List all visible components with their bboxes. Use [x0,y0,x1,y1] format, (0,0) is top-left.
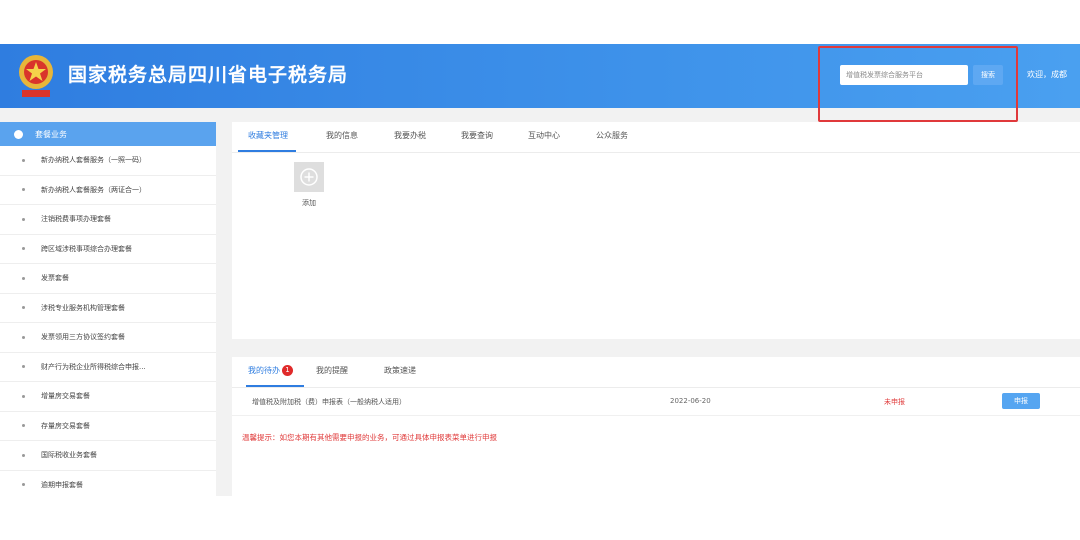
bullet-icon [22,276,25,280]
tab-interaction[interactable]: 互动中心 [528,130,560,141]
favorites-panel: 收藏夹管理 我的信息 我要办税 我要查询 互动中心 公众服务 添加 [232,122,1080,339]
tab-policy-express[interactable]: 政策速递 [384,365,416,376]
welcome-text: 欢迎，成都 [1027,70,1067,79]
todo-tabs: 我的待办 1 我的提醒 政策速递 [232,357,1080,388]
sidebar-item-label: 国际税收业务套餐 [41,451,97,460]
site-title: 国家税务总局四川省电子税务局 [68,64,349,86]
declare-button[interactable]: 申报 [1002,393,1040,409]
tab-favorites[interactable]: 收藏夹管理 [248,130,288,141]
add-label: 添加 [302,199,316,207]
tab-my-reminders[interactable]: 我的提醒 [316,365,348,376]
warm-tip: 温馨提示：如您本期有其他需要申报的业务，可通过具体申报表菜单进行申报 [242,433,497,442]
bullet-icon [22,217,25,221]
sidebar-item-label: 逾期申报套餐 [41,480,83,489]
todo-item-date: 2022-06-20 [670,397,711,405]
tab-my-info[interactable]: 我的信息 [326,130,358,141]
sidebar-item[interactable]: 发票套餐 [0,264,216,294]
main-tabs: 收藏夹管理 我的信息 我要办税 我要查询 互动中心 公众服务 [232,122,1080,153]
sidebar: 套餐业务 新办纳税人套餐服务（一照一码） 新办纳税人套餐服务（两证合一） 注销税… [0,122,216,496]
tab-my-todo-label: 我的待办 [248,366,280,375]
bullet-icon [22,394,25,398]
sidebar-item[interactable]: 存量房交易套餐 [0,412,216,441]
sidebar-item[interactable]: 跨区域涉税事项综合办理套餐 [0,235,216,264]
bullet-icon [22,424,25,428]
sidebar-item-label: 增量房交易套餐 [41,392,90,401]
sidebar-item[interactable]: 涉税专业服务机构管理套餐 [0,294,216,323]
add-icon [300,168,318,186]
sidebar-item-label: 注销税费事项办理套餐 [41,215,111,224]
tab-my-todo[interactable]: 我的待办 1 [248,365,293,376]
sidebar-item-label: 发票领用三方协议签约套餐 [41,333,125,342]
sidebar-item[interactable]: 增量房交易套餐 [0,382,216,412]
active-tab-underline [238,150,296,152]
todo-panel: 我的待办 1 我的提醒 政策速递 增值税及附加税（费）申报表（一般纳税人适用） 2… [232,357,1080,496]
tab-query[interactable]: 我要查询 [461,130,493,141]
tab-tax-handling[interactable]: 我要办税 [394,130,426,141]
todo-count-badge: 1 [282,365,293,376]
sidebar-title: 套餐业务 [35,129,67,139]
search-button[interactable]: 搜索 [973,65,1003,85]
sidebar-item[interactable]: 国际税收业务套餐 [0,441,216,471]
bullet-icon [22,247,25,251]
active-tab-underline [246,385,304,387]
bullet-icon [22,335,25,339]
sidebar-item-label: 发票套餐 [41,274,69,283]
sidebar-header[interactable]: 套餐业务 [0,122,216,146]
search-input[interactable] [840,65,968,85]
sidebar-item-label: 财产行为税企业所得税综合申报... [41,362,146,371]
sidebar-item[interactable]: 逾期申报套餐 [0,471,216,497]
sidebar-item[interactable]: 新办纳税人套餐服务（一照一码） [0,146,216,176]
todo-item-name: 增值税及附加税（费）申报表（一般纳税人适用） [252,398,406,406]
national-emblem-icon [19,55,53,97]
bullet-icon [22,188,25,192]
tab-public-service[interactable]: 公众服务 [596,130,628,141]
bullet-icon [22,453,25,457]
todo-item-status: 未申报 [884,398,905,406]
table-row: 增值税及附加税（费）申报表（一般纳税人适用） 2022-06-20 未申报 申报 [232,389,1080,416]
bullet-icon [22,365,25,369]
sidebar-item[interactable]: 注销税费事项办理套餐 [0,205,216,235]
tax-portal-window: 国家税务总局四川省电子税务局 搜索 欢迎，成都 套餐业务 新办纳税人套餐服务（一… [0,44,1080,496]
sidebar-item-label: 涉税专业服务机构管理套餐 [41,303,125,312]
sidebar-item-label: 存量房交易套餐 [41,421,90,430]
add-favorite-button[interactable] [294,162,324,192]
bullet-icon [22,483,25,487]
sidebar-item[interactable]: 新办纳税人套餐服务（两证合一） [0,176,216,205]
sidebar-item-label: 跨区域涉税事项综合办理套餐 [41,244,132,253]
sidebar-item[interactable]: 发票领用三方协议签约套餐 [0,323,216,353]
bullet-icon [22,306,25,310]
sidebar-menu: 新办纳税人套餐服务（一照一码） 新办纳税人套餐服务（两证合一） 注销税费事项办理… [0,146,216,496]
bullet-icon [22,158,25,162]
sidebar-item[interactable]: 财产行为税企业所得税综合申报... [0,353,216,382]
sidebar-item-label: 新办纳税人套餐服务（两证合一） [41,185,146,194]
sidebar-item-label: 新办纳税人套餐服务（一照一码） [41,156,146,165]
site-header: 国家税务总局四川省电子税务局 搜索 欢迎，成都 [0,44,1080,122]
package-icon [14,129,23,139]
